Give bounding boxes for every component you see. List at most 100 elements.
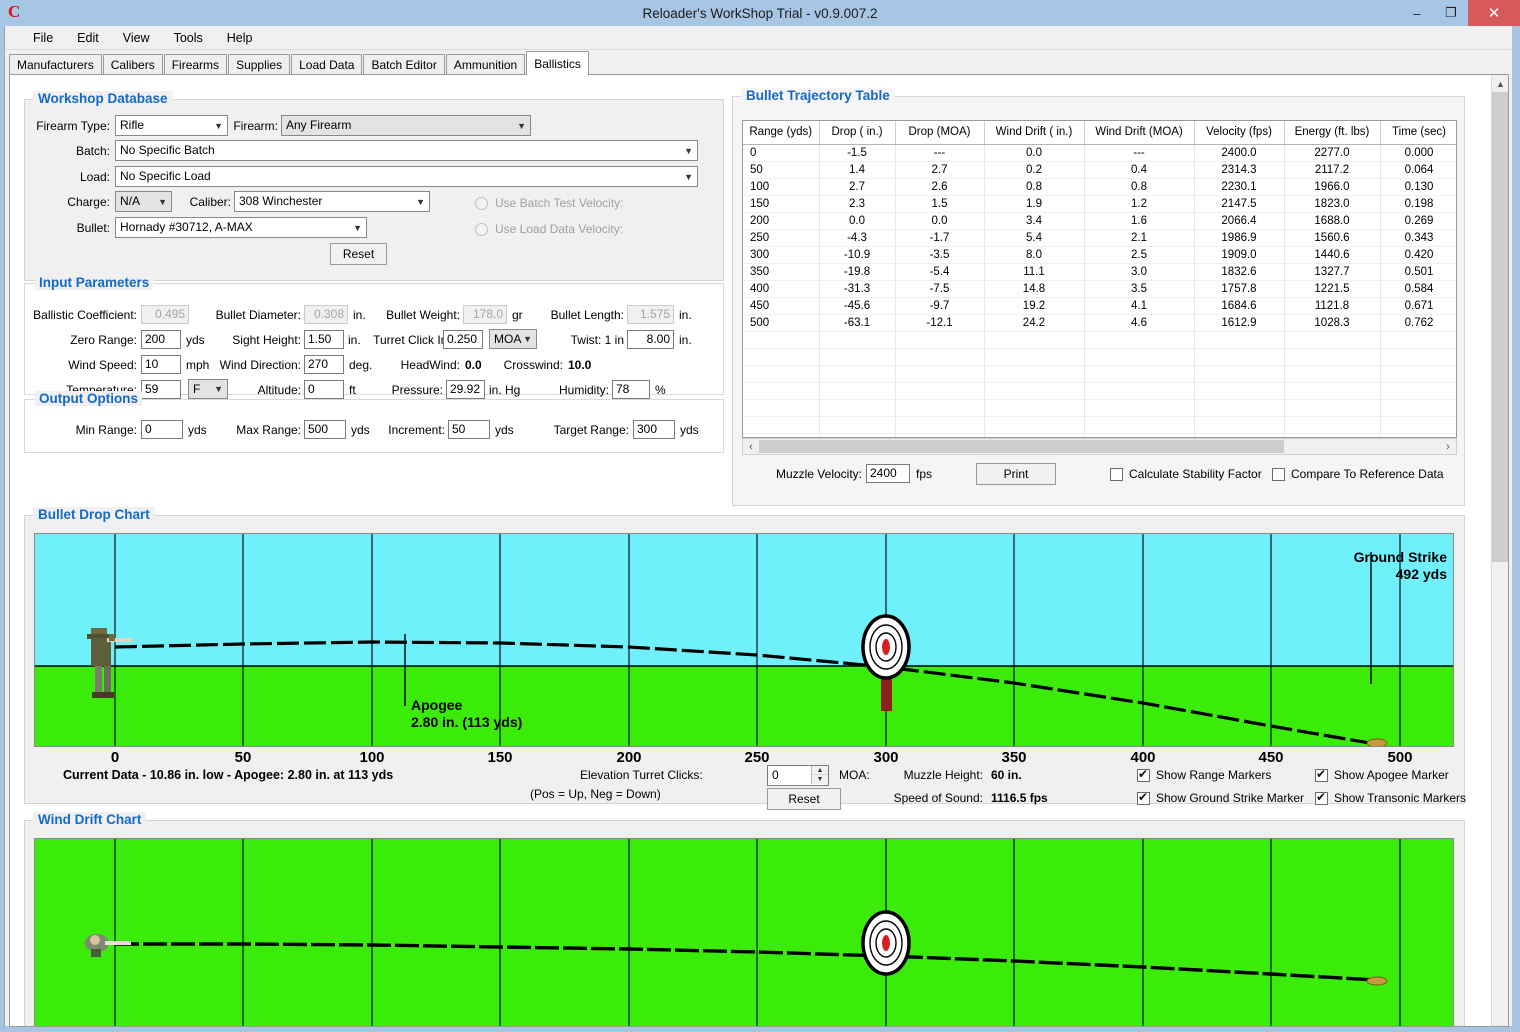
- menu-view[interactable]: View: [111, 29, 162, 47]
- tab-manufacturers[interactable]: Manufacturers: [9, 54, 102, 75]
- table-empty-cell: [984, 416, 1085, 434]
- elevation-turret-clicks-stepper[interactable]: 0 ▲ ▼: [767, 765, 829, 786]
- table-row[interactable]: 400 -31.3 -7.5 14.8 3.5 1757.8 1221.5 0.584: [743, 280, 1456, 298]
- table-col-header-1[interactable]: Drop ( in.): [819, 121, 896, 145]
- table-horizontal-scrollbar[interactable]: ‹ ›: [742, 438, 1457, 455]
- table-col-header-0[interactable]: Range (yds): [743, 121, 820, 145]
- turret-click-input[interactable]: 0.250: [443, 330, 483, 349]
- calculate-stability-factor-checkbox[interactable]: Calculate Stability Factor: [1110, 467, 1262, 481]
- maximize-button[interactable]: ❐: [1434, 0, 1468, 26]
- table-empty-cell: [895, 331, 985, 349]
- wind-drift-chart-canvas[interactable]: [34, 838, 1454, 1026]
- tab-calibers[interactable]: Calibers: [102, 54, 163, 75]
- table-row[interactable]: 50 1.4 2.7 0.2 0.4 2314.3 2117.2 0.064: [743, 161, 1456, 179]
- compare-to-reference-data-checkbox[interactable]: Compare To Reference Data: [1272, 467, 1444, 481]
- scroll-right-arrow-icon[interactable]: ›: [1440, 439, 1456, 454]
- caliber-label: Caliber:: [189, 195, 231, 209]
- use-load-data-velocity-radio[interactable]: Use Load Data Velocity:: [475, 222, 623, 236]
- table-row[interactable]: 250 -4.3 -1.7 5.4 2.1 1986.9 1560.6 0.343: [743, 229, 1456, 247]
- table-empty-cell: [984, 382, 1085, 400]
- table-row[interactable]: 300 -10.9 -3.5 8.0 2.5 1909.0 1440.6 0.420: [743, 246, 1456, 264]
- stepper-down-icon[interactable]: ▼: [811, 775, 828, 784]
- zero-range-input[interactable]: 200: [141, 330, 181, 349]
- tab-load-data[interactable]: Load Data: [291, 54, 363, 75]
- tab-firearms[interactable]: Firearms: [163, 54, 228, 75]
- tab-supplies[interactable]: Supplies: [228, 54, 291, 75]
- show-ground-strike-marker-checkbox[interactable]: Show Ground Strike Marker: [1137, 790, 1304, 805]
- tab-ballistics[interactable]: Ballistics: [526, 51, 589, 75]
- min-range-input[interactable]: 0: [141, 420, 183, 439]
- table-row[interactable]: 0 -1.5 --- 0.0 --- 2400.0 2277.0 0.000: [743, 144, 1456, 162]
- tab-batch-editor[interactable]: Batch Editor: [363, 54, 445, 75]
- table-cell: 350: [743, 263, 820, 281]
- table-empty-cell: [1380, 416, 1456, 434]
- table-empty-cell: [1380, 365, 1456, 383]
- menu-help[interactable]: Help: [215, 29, 265, 47]
- stepper-up-icon[interactable]: ▲: [811, 766, 828, 775]
- firearm-type-select[interactable]: Rifle ▼: [115, 115, 228, 136]
- app-icon: C: [0, 0, 26, 26]
- elevation-turret-clicks-value: 0: [772, 768, 779, 782]
- humidity-input[interactable]: 78: [612, 380, 650, 399]
- database-reset-button[interactable]: Reset: [330, 243, 387, 265]
- sight-height-input[interactable]: 1.50: [304, 330, 344, 349]
- table-row[interactable]: 350 -19.8 -5.4 11.1 3.0 1832.6 1327.7 0.501: [743, 263, 1456, 281]
- menu-edit[interactable]: Edit: [65, 29, 111, 47]
- increment-unit: yds: [495, 423, 514, 437]
- drop-chart-axis-labels: 0 50 100 150 200 250 300 350 400 450 500: [111, 749, 1413, 766]
- altitude-input[interactable]: 0: [304, 380, 344, 399]
- use-batch-test-velocity-radio[interactable]: Use Batch Test Velocity:: [475, 196, 624, 210]
- table-cell: -4.3: [819, 229, 896, 247]
- firearm-select[interactable]: Any Firearm ▼: [281, 115, 531, 136]
- table-cell: 450: [743, 297, 820, 315]
- stepper-buttons[interactable]: ▲ ▼: [811, 766, 828, 785]
- scroll-left-arrow-icon[interactable]: ‹: [743, 439, 759, 454]
- bullet-trajectory-table-wrapper[interactable]: Range (yds) Drop ( in.) Drop (MOA) Wind Dri…: [742, 120, 1457, 438]
- caliber-select[interactable]: 308 Winchester ▼: [234, 191, 430, 212]
- turret-click-units-select[interactable]: MOA ▼: [489, 329, 537, 349]
- table-col-header-3[interactable]: Wind Drift ( in.): [984, 121, 1085, 145]
- print-button[interactable]: Print: [976, 463, 1056, 485]
- table-row[interactable]: 100 2.7 2.6 0.8 0.8 2230.1 1966.0 0.130: [743, 178, 1456, 196]
- bullet-drop-chart-canvas[interactable]: Apogee 2.80 in. (113 yds) Ground Strike …: [34, 533, 1454, 747]
- table-col-header-2[interactable]: Drop (MOA): [895, 121, 985, 145]
- menu-file[interactable]: File: [21, 29, 65, 47]
- show-transonic-markers-checkbox[interactable]: Show Transonic Markers: [1315, 790, 1466, 805]
- page-scrollbar[interactable]: ▲: [1491, 75, 1508, 1026]
- twist-input[interactable]: 8.00: [627, 330, 674, 349]
- target-range-input[interactable]: 300: [633, 420, 675, 439]
- tab-ammunition[interactable]: Ammunition: [445, 54, 526, 75]
- page-scroll-thumb[interactable]: [1492, 92, 1508, 562]
- show-range-markers-checkbox[interactable]: Show Range Markers: [1137, 767, 1271, 782]
- pressure-input[interactable]: 29.92: [446, 380, 485, 399]
- table-cell: 14.8: [984, 280, 1085, 298]
- muzzle-velocity-input[interactable]: 2400: [866, 464, 910, 483]
- load-select[interactable]: No Specific Load ▼: [115, 166, 698, 187]
- table-hscroll-thumb[interactable]: [759, 440, 1284, 453]
- menu-tools[interactable]: Tools: [162, 29, 215, 47]
- temperature-units-select[interactable]: F ▼: [188, 379, 228, 399]
- temperature-input[interactable]: 59: [141, 380, 181, 399]
- max-range-input[interactable]: 500: [304, 420, 346, 439]
- wind-direction-unit: deg.: [349, 358, 373, 372]
- table-row[interactable]: 150 2.3 1.5 1.9 1.2 2147.5 1823.0 0.198: [743, 195, 1456, 213]
- table-col-header-6[interactable]: Energy (ft. lbs): [1284, 121, 1381, 145]
- table-col-header-4[interactable]: Wind Drift (MOA): [1084, 121, 1195, 145]
- bullet-select[interactable]: Hornady #30712, A-MAX ▼: [115, 217, 367, 238]
- close-button[interactable]: ✕: [1468, 0, 1520, 26]
- charge-select[interactable]: N/A ▼: [115, 191, 172, 212]
- table-row[interactable]: 200 0.0 0.0 3.4 1.6 2066.4 1688.0 0.269: [743, 212, 1456, 230]
- turret-reset-button[interactable]: Reset: [767, 788, 841, 810]
- batch-select[interactable]: No Specific Batch ▼: [115, 140, 698, 161]
- table-row[interactable]: 500 -63.1 -12.1 24.2 4.6 1612.9 1028.3 0.762: [743, 314, 1456, 332]
- table-col-header-5[interactable]: Velocity (fps): [1194, 121, 1285, 145]
- wind-direction-input[interactable]: 270: [304, 355, 344, 374]
- minimize-button[interactable]: –: [1400, 0, 1434, 26]
- wind-speed-input[interactable]: 10: [141, 355, 181, 374]
- show-apogee-marker-checkbox[interactable]: Show Apogee Marker: [1315, 767, 1449, 782]
- table-col-header-7[interactable]: Time (sec): [1380, 121, 1456, 145]
- scroll-up-arrow-icon[interactable]: ▲: [1492, 75, 1508, 92]
- table-empty-cell: [984, 365, 1085, 383]
- increment-input[interactable]: 50: [448, 420, 490, 439]
- table-row[interactable]: 450 -45.6 -9.7 19.2 4.1 1684.6 1121.8 0.671: [743, 297, 1456, 315]
